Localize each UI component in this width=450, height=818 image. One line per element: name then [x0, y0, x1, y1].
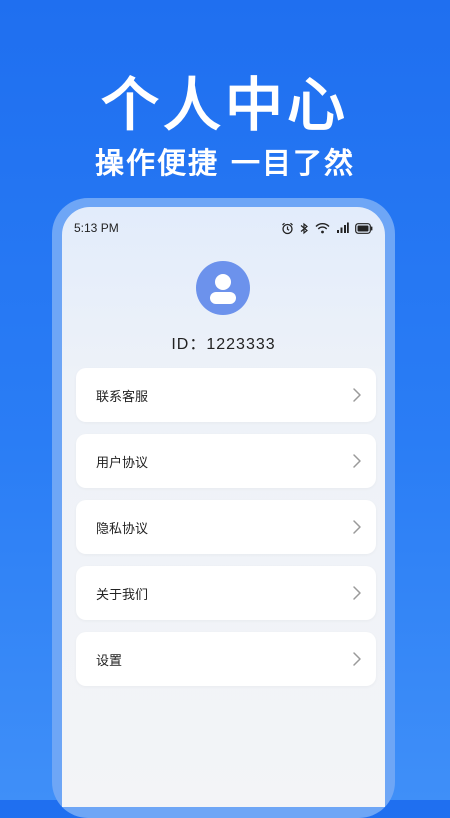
menu-item-settings[interactable]: 设置 — [76, 632, 376, 686]
status-time: 5:13 PM — [74, 221, 119, 235]
status-icons — [281, 222, 373, 235]
chevron-right-icon — [353, 520, 361, 534]
menu-item-label: 联系客服 — [96, 389, 149, 405]
chevron-right-icon — [353, 586, 361, 600]
promo-subtitle: 操作便捷 一目了然 — [94, 146, 356, 180]
signal-icon — [337, 222, 349, 233]
menu-item-label: 关于我们 — [96, 587, 149, 603]
menu-item-label: 隐私协议 — [96, 521, 149, 537]
menu-item-user-agreement[interactable]: 用户协议 — [76, 434, 376, 488]
menu-list: 联系客服 用户协议 隐私协议 关于我们 设置 — [76, 368, 376, 698]
menu-item-about-us[interactable]: 关于我们 — [76, 566, 376, 620]
avatar-icon — [210, 274, 236, 304]
battery-icon — [355, 222, 373, 234]
avatar[interactable] — [196, 261, 250, 315]
chevron-right-icon — [353, 388, 361, 402]
user-id: ID：1223333 — [171, 336, 276, 353]
menu-item-label: 用户协议 — [96, 455, 149, 471]
menu-item-privacy-policy[interactable]: 隐私协议 — [76, 500, 376, 554]
chevron-right-icon — [353, 652, 361, 666]
alarm-icon — [282, 222, 293, 234]
bluetooth-icon — [300, 222, 308, 234]
chevron-right-icon — [353, 454, 361, 468]
promo-title: 个人中心 — [100, 71, 349, 139]
menu-item-contact-support[interactable]: 联系客服 — [76, 368, 376, 422]
phone-screen: 5:13 PM ID：1223333 联系客服 用户协议 隐私协议 关于我们 设… — [62, 207, 385, 807]
wifi-icon — [315, 223, 330, 234]
menu-item-label: 设置 — [96, 653, 123, 669]
status-bar: 5:13 PM — [74, 219, 373, 237]
